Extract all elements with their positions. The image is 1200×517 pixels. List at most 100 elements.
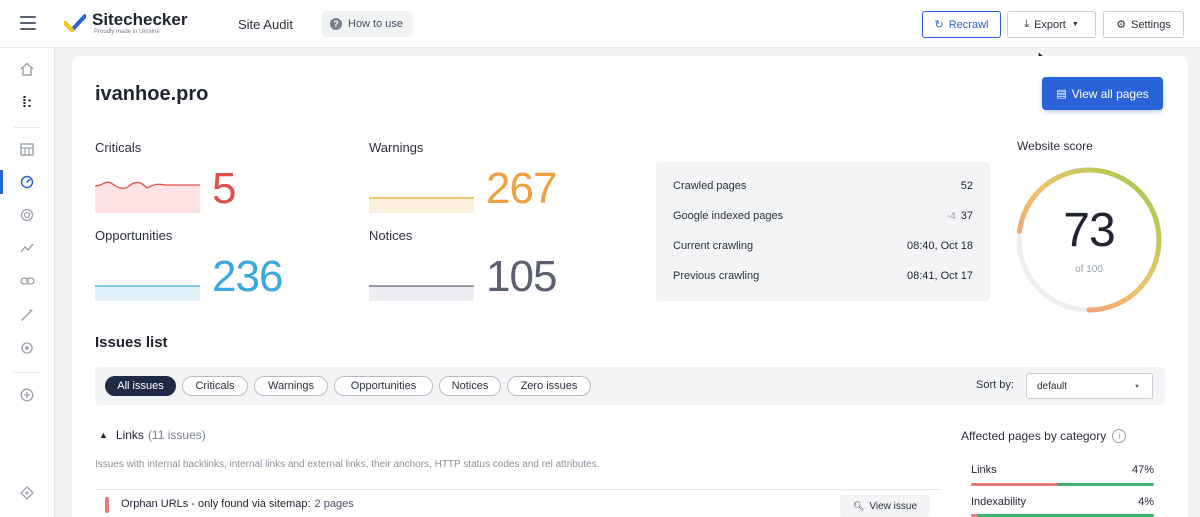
sidebar: ⁞: [0,48,55,517]
opportunities-value: 236 [212,252,283,301]
crawl-row-value: 37 [960,210,973,222]
export-button[interactable]: ⤓ Export ▼ [1007,11,1096,38]
recrawl-label: Recrawl [948,18,989,31]
filter-zero-issues[interactable]: Zero issues [507,376,591,396]
issues-list-title: Issues list [95,334,168,351]
settings-button[interactable]: ⚙ Settings [1103,11,1184,38]
download-icon: ⤓ [1024,18,1030,30]
help-icon: ? [330,18,342,30]
category-progress-fill [971,483,1057,486]
plus-circle-icon[interactable] [18,386,36,404]
crosshair-icon[interactable] [18,339,36,357]
magic-wand-icon[interactable] [18,306,36,324]
sidebar-divider [14,372,41,373]
trend-icon[interactable] [18,239,36,257]
website-score-label: Website score [1017,139,1093,153]
how-to-use-button[interactable]: ? How to use [322,11,414,37]
category-progress-bar [971,483,1154,486]
links-group-toggle[interactable]: ▲ Links (11 issues) [99,428,206,442]
gauge-icon[interactable] [18,173,36,191]
crawl-row-label: Google indexed pages [673,210,784,222]
chevron-down-icon: ▼ [1134,384,1140,390]
logo-mark-icon [64,14,86,32]
filter-criticals[interactable]: Criticals [182,376,248,396]
view-issue-label: View issue [869,500,918,512]
category-percent: 47% [1131,464,1154,476]
crawl-row-label: Crawled pages [673,180,747,192]
recrawl-button[interactable]: ↻ Recrawl [922,11,1001,38]
links-group-count: (11 issues) [147,428,206,442]
criticals-value: 5 [212,164,237,213]
sort-by-label: Sort by: [976,379,1014,391]
filter-notices[interactable]: Notices [439,376,501,396]
view-all-pages-label: View all pages [1071,86,1149,101]
google-indexed-row: Google indexed pages -4 37 [673,210,973,222]
trend-value: -4 [946,211,956,222]
hamburger-menu-icon[interactable] [20,16,36,30]
issue-row[interactable]: Orphan URLs - only found via sitemap: 2 p… [95,490,941,517]
gear-icon: ⚙ [1116,19,1127,31]
issue-pages: 2 pages [314,498,354,510]
crawl-row-label: Previous crawling [673,270,760,282]
issue-title-text: Orphan URLs - only found via sitemap: [121,498,311,510]
affected-pages-title-text: Affected pages by category [961,429,1107,443]
previous-crawling-row: Previous crawling 08:41, Oct 17 [673,270,973,282]
notices-value: 105 [486,252,557,301]
document-icon: ▤ [1056,88,1067,100]
notices-sparkline [369,285,474,301]
diamond-icon[interactable] [18,484,36,502]
criticals-sparkline [95,181,200,213]
search-icon: 🔍︎ [852,500,865,511]
crawl-info-panel: Crawled pages 52 Google indexed pages -4… [656,162,990,301]
home-icon[interactable] [18,60,36,78]
brand-tagline: Proudly made in Ukraine [94,29,160,35]
issues-filter-bar: All issues Criticals Warnings Opportunit… [95,367,1165,405]
severity-indicator [105,497,109,513]
issue-title: Orphan URLs - only found via sitemap: 2 p… [121,498,354,510]
sort-select[interactable]: default ▼ [1026,373,1153,399]
target-icon[interactable] [18,206,36,224]
affected-category-row: Indexability 4% [971,496,1154,508]
crawl-row-value: 52 [960,180,973,192]
opportunities-label: Opportunities [95,228,173,243]
crawl-row-value: 08:40, Oct 18 [906,240,973,252]
site-domain: ivanhoe.pro [95,83,209,105]
notices-label: Notices [369,228,413,243]
view-issue-button[interactable]: 🔍︎ View issue [840,495,930,517]
section-title: Site Audit [238,17,293,32]
category-percent: 4% [1138,496,1154,508]
filter-all-issues[interactable]: All issues [105,376,176,396]
opportunities-sparkline [95,285,200,301]
category-name: Indexability [971,496,1027,508]
active-indicator [0,170,3,194]
table-icon[interactable] [18,140,36,158]
filter-warnings[interactable]: Warnings [254,376,328,396]
link-icon[interactable] [18,272,36,290]
affected-pages-title: Affected pages by category i [961,429,1127,443]
crawled-pages-row: Crawled pages 52 [673,180,973,192]
view-all-pages-button[interactable]: ▤ View all pages [1042,77,1163,110]
warnings-sparkline [369,197,474,213]
chevron-up-icon: ▲ [99,430,108,440]
warnings-value: 267 [486,164,557,213]
refresh-icon: ↻ [934,19,944,31]
website-score-of: of 100 [1075,264,1103,275]
how-to-use-label: How to use [348,18,404,30]
crawl-row-value: 08:41, Oct 17 [906,270,973,282]
sort-select-value: default [1037,380,1068,392]
website-score-value: 73 [1063,204,1115,257]
chevron-down-icon: ▼ [1071,21,1079,28]
affected-category-row: Links 47% [971,464,1154,476]
info-icon[interactable]: i [1112,429,1127,443]
sidebar-divider [14,127,41,128]
criticals-label: Criticals [95,140,142,155]
filter-opportunities[interactable]: Opportunities [334,376,433,396]
settings-label: Settings [1131,18,1171,31]
export-label: Export [1034,18,1066,31]
brand-name: Sitechecker [92,10,188,29]
links-group-name: Links [115,428,144,442]
dashboard-icon[interactable]: ⁞: [18,93,36,111]
current-crawling-row: Current crawling 08:40, Oct 18 [673,240,973,252]
links-group-description: Issues with internal backlinks, internal… [95,459,600,470]
top-bar: Sitechecker Proudly made in Ukraine Site… [0,0,1200,48]
